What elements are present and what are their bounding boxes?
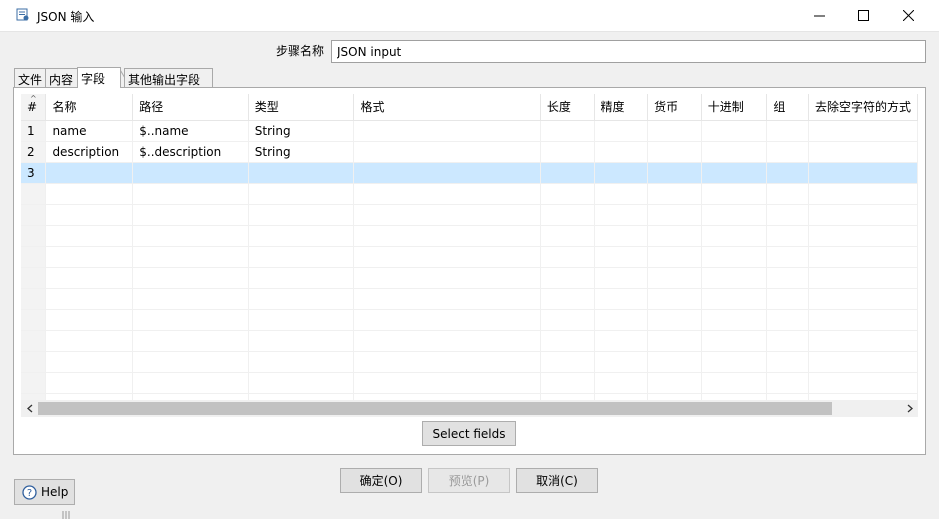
row-number: 3 xyxy=(21,162,47,184)
cell-path[interactable]: $..name xyxy=(132,120,249,142)
cell-decimal[interactable] xyxy=(701,162,768,184)
title-bar: JSON 输入 xyxy=(0,0,939,32)
cell-currency[interactable] xyxy=(647,162,702,184)
cell-format[interactable] xyxy=(353,120,541,142)
column-header-group[interactable]: 组 xyxy=(766,94,809,121)
tab-other-output-fields[interactable]: 其他输出字段 xyxy=(124,68,213,88)
app-icon xyxy=(16,8,29,21)
cell-decimal[interactable] xyxy=(701,141,768,163)
cell-length[interactable] xyxy=(540,141,595,163)
cell-name[interactable]: name xyxy=(45,120,134,142)
column-header-precision[interactable]: 精度 xyxy=(594,94,649,121)
column-header-path[interactable]: 路径 xyxy=(132,94,249,121)
cell-format[interactable] xyxy=(353,141,541,163)
chevron-right-icon xyxy=(907,404,913,413)
scroll-left-button[interactable] xyxy=(21,400,38,417)
cell-name[interactable]: description xyxy=(45,141,134,163)
scroll-right-button[interactable] xyxy=(901,400,918,417)
empty-row xyxy=(21,183,918,205)
empty-row xyxy=(21,225,918,247)
svg-text:?: ? xyxy=(27,488,32,499)
cell-precision[interactable] xyxy=(594,120,649,142)
table-row[interactable]: 1 name $..name String xyxy=(21,120,918,142)
table-header: ^ # 名称 路径 类型 格式 长度 精度 货币 十进制 组 去除空字符的方式 xyxy=(21,94,918,121)
step-name-label: 步骤名称 xyxy=(276,44,325,58)
scroll-thumb[interactable] xyxy=(38,402,832,415)
minimize-button[interactable] xyxy=(796,0,842,31)
tab-fields[interactable]: 字段 xyxy=(77,67,121,88)
row-number: 1 xyxy=(21,120,47,142)
empty-row xyxy=(21,372,918,394)
cell-type[interactable]: String xyxy=(248,120,355,142)
cell-trim-type[interactable] xyxy=(808,162,918,184)
column-header-format[interactable]: 格式 xyxy=(353,94,541,121)
empty-row xyxy=(21,351,918,373)
close-button[interactable] xyxy=(885,0,931,31)
cell-length[interactable] xyxy=(540,120,595,142)
select-fields-button[interactable]: Select fields xyxy=(422,421,516,446)
row-number: 2 xyxy=(21,141,47,163)
help-icon: ? xyxy=(22,484,37,500)
maximize-button[interactable] xyxy=(840,0,886,31)
cell-length[interactable] xyxy=(540,162,595,184)
close-icon xyxy=(902,10,914,21)
empty-row xyxy=(21,330,918,352)
minimize-icon xyxy=(813,15,825,17)
resize-grip xyxy=(62,511,70,519)
help-label: Help xyxy=(41,485,69,499)
cell-currency[interactable] xyxy=(647,141,702,163)
empty-row xyxy=(21,267,918,289)
column-header-decimal[interactable]: 十进制 xyxy=(701,94,768,121)
empty-row xyxy=(21,393,918,400)
column-header-trim-type[interactable]: 去除空字符的方式 xyxy=(808,94,918,121)
horizontal-scrollbar[interactable] xyxy=(21,400,918,417)
column-header-length[interactable]: 长度 xyxy=(540,94,595,121)
ok-button[interactable]: 确定(O) xyxy=(340,468,422,493)
sort-caret-icon: ^ xyxy=(30,94,37,103)
empty-row xyxy=(21,288,918,310)
preview-button[interactable]: 预览(P) xyxy=(428,468,510,493)
column-header-name[interactable]: 名称 xyxy=(45,94,134,121)
cell-path[interactable] xyxy=(132,162,249,184)
empty-row xyxy=(21,246,918,268)
cell-group[interactable] xyxy=(766,120,809,142)
column-header-type[interactable]: 类型 xyxy=(248,94,355,121)
help-button[interactable]: ? Help xyxy=(14,479,75,505)
cell-name[interactable] xyxy=(45,162,134,184)
empty-row xyxy=(21,204,918,226)
tab-file[interactable]: 文件 xyxy=(14,68,46,88)
chevron-left-icon xyxy=(26,404,32,413)
cell-decimal[interactable] xyxy=(701,120,768,142)
column-header-currency[interactable]: 货币 xyxy=(647,94,702,121)
cell-group[interactable] xyxy=(766,141,809,163)
window-title: JSON 输入 xyxy=(37,10,95,24)
column-header-number[interactable]: ^ # xyxy=(21,94,47,121)
cell-type[interactable] xyxy=(248,162,355,184)
cell-path[interactable]: $..description xyxy=(132,141,249,163)
cell-precision[interactable] xyxy=(594,162,649,184)
step-name-input[interactable] xyxy=(331,40,926,63)
cell-precision[interactable] xyxy=(594,141,649,163)
tab-content[interactable]: 内容 xyxy=(45,68,78,88)
fields-table[interactable]: ^ # 名称 路径 类型 格式 长度 精度 货币 十进制 组 去除空字符的方式 … xyxy=(21,94,918,400)
cell-trim-type[interactable] xyxy=(808,120,918,142)
cell-group[interactable] xyxy=(766,162,809,184)
empty-row xyxy=(21,309,918,331)
cell-type[interactable]: String xyxy=(248,141,355,163)
cell-currency[interactable] xyxy=(647,120,702,142)
table-row-selected[interactable]: 3 xyxy=(21,162,918,184)
cancel-button[interactable]: 取消(C) xyxy=(516,468,598,493)
table-row[interactable]: 2 description $..description String xyxy=(21,141,918,163)
cell-trim-type[interactable] xyxy=(808,141,918,163)
maximize-icon xyxy=(857,10,869,21)
cell-format[interactable] xyxy=(353,162,541,184)
